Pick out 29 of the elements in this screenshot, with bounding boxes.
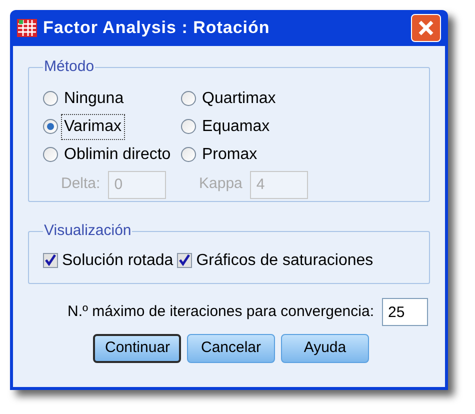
window-title: Factor Analysis : Rotación (43, 17, 270, 40)
radio-label: Varimax (61, 114, 124, 140)
iterations-field[interactable]: 25 (382, 298, 428, 326)
dialog-button[interactable]: Ayuda (281, 334, 369, 363)
dialog-button[interactable]: Continuar (93, 334, 181, 363)
group-title: Visualización (43, 221, 132, 241)
radio-button[interactable] (181, 147, 196, 162)
close-icon (417, 19, 435, 37)
radio-button[interactable] (181, 119, 196, 134)
radio-button[interactable] (181, 91, 196, 106)
radio-button[interactable] (43, 147, 58, 162)
param-label: Delta: (61, 174, 100, 194)
grid-icon (17, 19, 37, 37)
dialog-button[interactable]: Cancelar (187, 334, 275, 363)
radio-label: Equamax (201, 116, 271, 136)
radio-label: Oblimin directo (63, 144, 172, 164)
radio-label: Quartimax (201, 88, 277, 108)
checkbox[interactable] (43, 253, 58, 268)
checkbox[interactable] (177, 253, 192, 268)
radio-button[interactable] (43, 119, 58, 134)
close-button[interactable] (411, 14, 441, 42)
radio-label: Promax (201, 144, 258, 164)
iterations-label: N.º máximo de iteraciones para convergencia: (68, 302, 374, 322)
checkbox-label: Gráficos de saturaciones (196, 250, 374, 270)
checkbox-label: Solución rotada (62, 250, 174, 270)
radio-label: Ninguna (63, 88, 125, 108)
radio-button[interactable] (43, 91, 58, 106)
param-label: Kappa (199, 174, 242, 194)
group-title: Método (43, 57, 96, 77)
